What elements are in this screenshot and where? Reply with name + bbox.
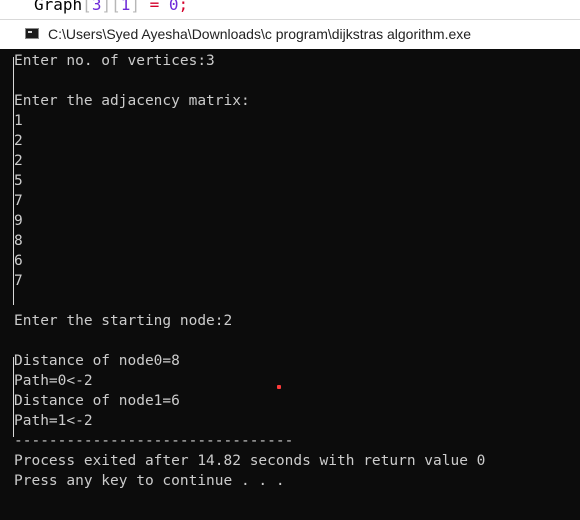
console-line: 7: [14, 193, 23, 209]
console-line: 2: [14, 133, 23, 149]
console-line: Path=1<-2: [14, 413, 93, 429]
console-line: Path=0<-2: [14, 373, 93, 389]
console-line: 2: [14, 153, 23, 169]
console-line: 7: [14, 273, 23, 289]
console-line: Enter no. of vertices:3: [14, 53, 215, 69]
console-output[interactable]: Enter no. of vertices:3 Enter the adjace…: [0, 49, 580, 520]
window-titlebar[interactable]: C:\Users\Syed Ayesha\Downloads\c program…: [0, 19, 580, 49]
console-line: Distance of node1=6: [14, 393, 180, 409]
console-line: 8: [14, 233, 23, 249]
code-line: Graph[3][1] = 0;: [34, 0, 189, 14]
console-line: 1: [14, 113, 23, 129]
console-line: Distance of node0=8: [14, 353, 180, 369]
console-line: Enter the adjacency matrix:: [14, 93, 250, 109]
console-line: 5: [14, 173, 23, 189]
console-app-icon: [25, 28, 39, 39]
console-separator: --------------------------------: [14, 433, 294, 449]
cursor-marker: [277, 385, 281, 389]
console-line: Process exited after 14.82 seconds with …: [14, 453, 486, 469]
window-title: C:\Users\Syed Ayesha\Downloads\c program…: [48, 26, 472, 42]
console-line: 6: [14, 253, 23, 269]
console-line: Enter the starting node:2: [14, 313, 233, 329]
console-line: 9: [14, 213, 23, 229]
code-editor-background: Graph[3][1] = 0;: [0, 0, 580, 19]
console-line: Press any key to continue . . .: [14, 473, 285, 489]
